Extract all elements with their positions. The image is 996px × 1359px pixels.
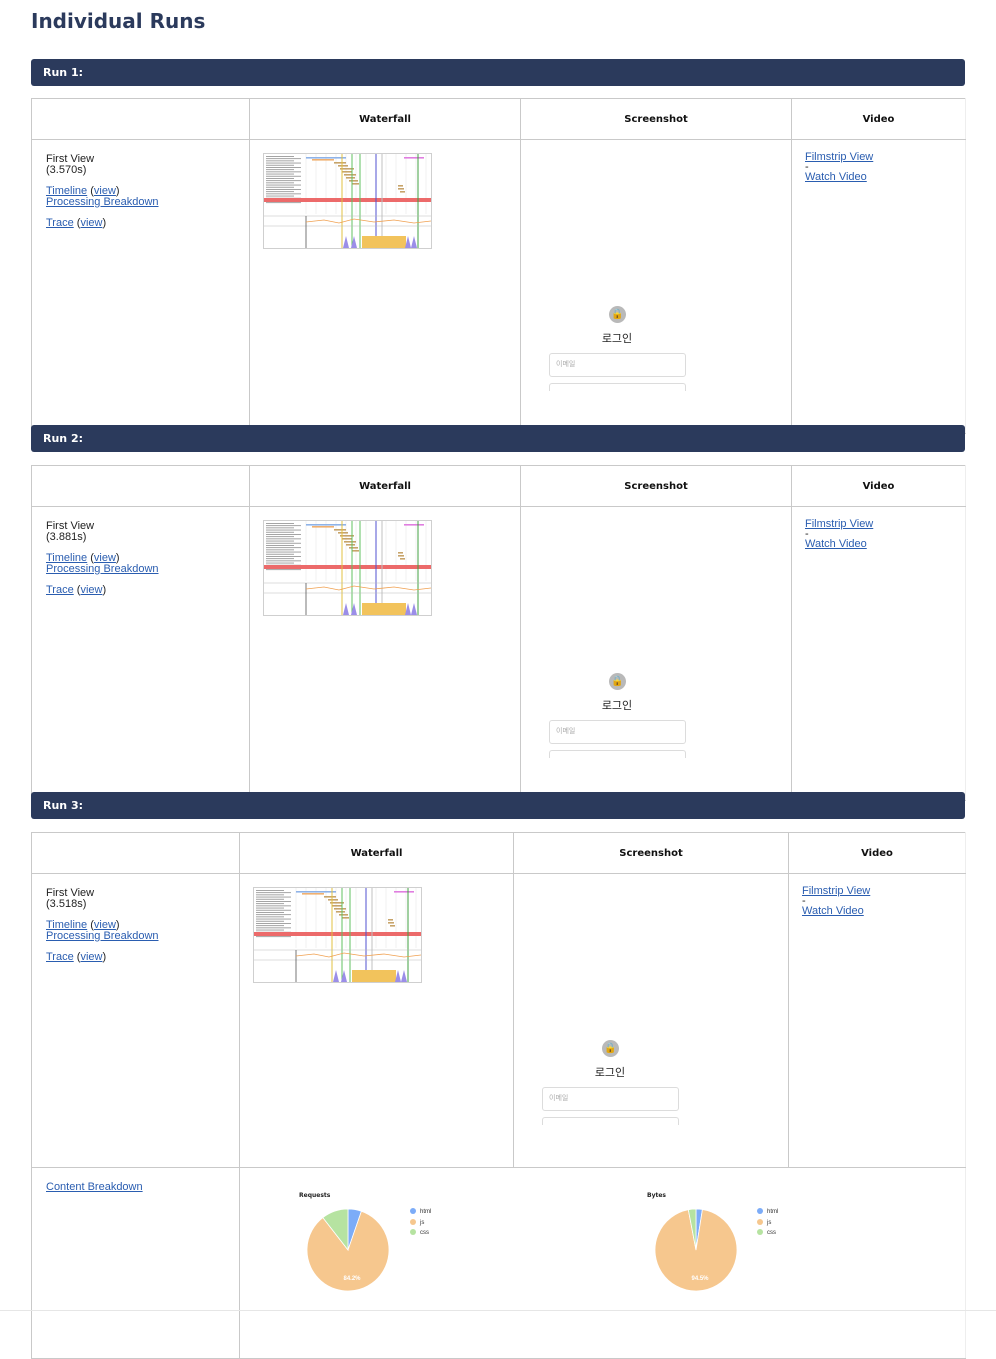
run-3-header: Run 3:: [31, 792, 965, 819]
waterfall-column-header: Waterfall: [239, 832, 514, 874]
pie-value-label: 84.2%: [343, 1276, 361, 1282]
first-view-time: (3.518s): [46, 898, 87, 910]
pie-title-1: Bytes: [647, 1192, 666, 1199]
screenshot-password-field: [542, 1117, 679, 1125]
video-column-header: Video: [788, 832, 966, 874]
legend-item-js: js: [757, 1218, 772, 1227]
first-view-time: (3.570s): [46, 164, 87, 176]
watch-video-link[interactable]: Watch Video: [805, 171, 867, 183]
trace-link[interactable]: Trace: [46, 584, 74, 596]
filmstrip-view-link[interactable]: Filmstrip View: [805, 518, 873, 530]
run-3-screenshot-cell: 🔒 로그인 이메일: [513, 873, 789, 1168]
run-3-table: Waterfall Screenshot Video First View (3…: [31, 832, 966, 1359]
legend-item-html: html: [410, 1208, 431, 1216]
run-2-header: Run 2:: [31, 425, 965, 452]
pie-value-label: 94.5%: [691, 1276, 709, 1282]
legend-swatch: [410, 1218, 416, 1225]
lock-icon: 🔒: [602, 1040, 619, 1057]
processing-breakdown-link[interactable]: Processing Breakdown: [46, 930, 159, 942]
empty-header: [31, 832, 240, 874]
empty-header: [31, 98, 250, 140]
watch-video-link[interactable]: Watch Video: [802, 905, 864, 917]
filmstrip-view-link[interactable]: Filmstrip View: [802, 885, 870, 897]
waterfall-thumbnail[interactable]: [253, 887, 422, 983]
run-2-screenshot-cell: 🔒 로그인 이메일: [520, 506, 792, 801]
legend-item-html: html: [757, 1208, 778, 1216]
legend-label: css: [767, 1230, 776, 1236]
run-1-waterfall-cell: [249, 139, 521, 434]
run-3-waterfall-cell: [239, 873, 514, 1168]
run-3-video-cell: Filmstrip View - Watch Video: [788, 873, 966, 1168]
legend-label: html: [767, 1209, 779, 1215]
screenshot-email-field: 이메일: [549, 353, 686, 377]
run-1-screenshot-cell: 🔒 로그인 이메일: [520, 139, 792, 434]
screenshot-login-title: 로그인: [594, 1066, 626, 1079]
pie-title-0: Requests: [299, 1192, 331, 1199]
trace-link[interactable]: Trace: [46, 217, 74, 229]
legend-swatch: [757, 1208, 763, 1214]
waterfall-graph: [264, 521, 431, 615]
waterfall-column-header: Waterfall: [249, 98, 521, 140]
legend-item-js: js: [410, 1218, 425, 1227]
pie-charts: 84.2% 94.5%: [306, 1208, 738, 1292]
waterfall-graph: [254, 888, 421, 982]
watch-video-link[interactable]: Watch Video: [805, 538, 867, 550]
legend-swatch: [757, 1229, 763, 1235]
run-1-table: Waterfall Screenshot Video First View (3…: [31, 98, 966, 434]
video-column-header: Video: [791, 98, 966, 140]
screenshot-email-field: 이메일: [549, 720, 686, 744]
empty-header: [31, 465, 250, 507]
filmstrip-view-link[interactable]: Filmstrip View: [805, 151, 873, 163]
run-1-video-cell: Filmstrip View - Watch Video: [791, 139, 966, 434]
content-breakdown-cell: Content Breakdown: [31, 1167, 240, 1359]
screenshot-login-title: 로그인: [601, 332, 633, 345]
waterfall-column-header: Waterfall: [249, 465, 521, 507]
legend-label: html: [420, 1209, 432, 1215]
waterfall-thumbnail[interactable]: [263, 153, 432, 249]
lock-icon: 🔒: [609, 306, 626, 323]
legend-swatch: [410, 1229, 416, 1235]
screenshot-email-field: 이메일: [542, 1087, 679, 1111]
run-1-label-cell: First View (3.570s) Timeline (view) Proc…: [31, 139, 250, 434]
screenshot-password-field: [549, 750, 686, 758]
content-breakdown-charts: 84.2% 94.5% Requests html js css Bytes html js cs…: [239, 1167, 966, 1359]
processing-breakdown-link[interactable]: Processing Breakdown: [46, 563, 159, 575]
video-column-header: Video: [791, 465, 966, 507]
screenshot-column-header: Screenshot: [513, 832, 789, 874]
trace-view-link[interactable]: view: [80, 217, 102, 229]
first-view-time: (3.881s): [46, 531, 87, 543]
waterfall-thumbnail[interactable]: [263, 520, 432, 616]
trace-link[interactable]: Trace: [46, 951, 74, 963]
screenshot-password-field: [549, 383, 686, 391]
run-2-table: Waterfall Screenshot Video First View (3…: [31, 465, 966, 801]
legend-label: js: [767, 1219, 772, 1226]
run-2-waterfall-cell: [249, 506, 521, 801]
page-title: Individual Runs: [31, 9, 206, 33]
screenshot-column-header: Screenshot: [520, 98, 792, 140]
legend-label: css: [420, 1230, 429, 1236]
content-breakdown-link[interactable]: Content Breakdown: [46, 1181, 143, 1193]
legend-swatch: [410, 1208, 416, 1214]
screenshot-login-title: 로그인: [601, 699, 633, 712]
processing-breakdown-link[interactable]: Processing Breakdown: [46, 196, 159, 208]
trace-view-link[interactable]: view: [80, 584, 102, 596]
run-2-label-cell: First View (3.881s) Timeline (view) Proc…: [31, 506, 250, 801]
legend-label: js: [420, 1219, 425, 1226]
legend-item-css: css: [757, 1229, 776, 1237]
lock-icon: 🔒: [609, 673, 626, 690]
screenshot-column-header: Screenshot: [520, 465, 792, 507]
run-3-label-cell: First View (3.518s) Timeline (view) Proc…: [31, 873, 240, 1168]
run-1-header: Run 1:: [31, 59, 965, 86]
divider: [0, 1310, 996, 1311]
trace-view-link[interactable]: view: [80, 951, 102, 963]
legend-item-css: css: [410, 1229, 429, 1237]
run-2-video-cell: Filmstrip View - Watch Video: [791, 506, 966, 801]
waterfall-graph: [264, 154, 431, 248]
legend-swatch: [757, 1218, 763, 1225]
